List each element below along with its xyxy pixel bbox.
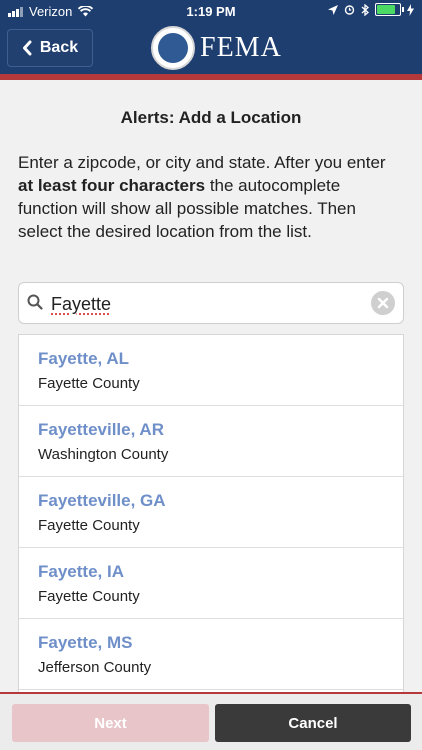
search-input-value: Fayette bbox=[51, 294, 112, 314]
back-button[interactable]: Back bbox=[7, 29, 93, 67]
app-header: Back FEMA bbox=[0, 22, 422, 74]
result-county: Jefferson County bbox=[38, 659, 152, 676]
instructions-text: Enter a zipcode, or city and state. Afte… bbox=[18, 151, 404, 243]
result-location-name: Fayetteville, GA bbox=[38, 491, 166, 510]
dhs-seal-logo bbox=[151, 26, 195, 70]
result-location-name: Fayette, IA bbox=[38, 562, 124, 581]
result-county: Fayette County bbox=[38, 375, 140, 392]
result-county: Fayette County bbox=[38, 517, 140, 534]
result-item[interactable]: Fayetteville, AR Washington County bbox=[19, 406, 403, 477]
result-item[interactable]: Fayette, AL Fayette County bbox=[19, 335, 403, 406]
location-search-input[interactable]: Fayette bbox=[18, 282, 404, 324]
header-accent-stripe bbox=[0, 74, 422, 80]
result-item[interactable]: Fayette, MS Jefferson County bbox=[19, 619, 403, 690]
autocomplete-results-list: Fayette, AL Fayette County Fayetteville, A… bbox=[18, 334, 404, 694]
result-county: Washington County bbox=[38, 446, 169, 463]
result-county: Fayette County bbox=[38, 588, 140, 605]
charging-bolt-icon bbox=[407, 3, 414, 16]
footer-bar: Next Cancel bbox=[0, 692, 422, 750]
next-button[interactable]: Next bbox=[12, 704, 209, 742]
instructions-pre: Enter a zipcode, or city and state. Afte… bbox=[18, 153, 386, 172]
result-location-name: Fayette, MS bbox=[38, 633, 133, 652]
battery-icon bbox=[375, 3, 404, 16]
result-location-name: Fayetteville, AR bbox=[38, 420, 164, 439]
fema-logo-text: FEMA bbox=[200, 32, 282, 63]
result-item[interactable]: Fayetteville, GA Fayette County bbox=[19, 477, 403, 548]
instructions-bold: at least four characters bbox=[18, 176, 206, 195]
status-right bbox=[328, 3, 414, 16]
battery-level bbox=[377, 5, 395, 14]
alarm-icon bbox=[344, 5, 355, 15]
page-title: Alerts: Add a Location bbox=[120, 108, 302, 127]
location-arrow-icon bbox=[328, 4, 338, 15]
result-item[interactable]: Fayette, IA Fayette County bbox=[19, 548, 403, 619]
seal-emblem bbox=[158, 33, 188, 63]
clear-search-icon[interactable] bbox=[371, 291, 395, 315]
back-button-label: Back bbox=[39, 39, 79, 56]
search-icon bbox=[27, 294, 43, 310]
bluetooth-icon bbox=[361, 3, 369, 16]
cancel-button[interactable]: Cancel bbox=[215, 704, 411, 742]
status-bar: Verizon 1:19 PM bbox=[0, 0, 422, 22]
chevron-left-icon bbox=[22, 40, 32, 56]
result-location-name: Fayette, AL bbox=[38, 349, 130, 368]
